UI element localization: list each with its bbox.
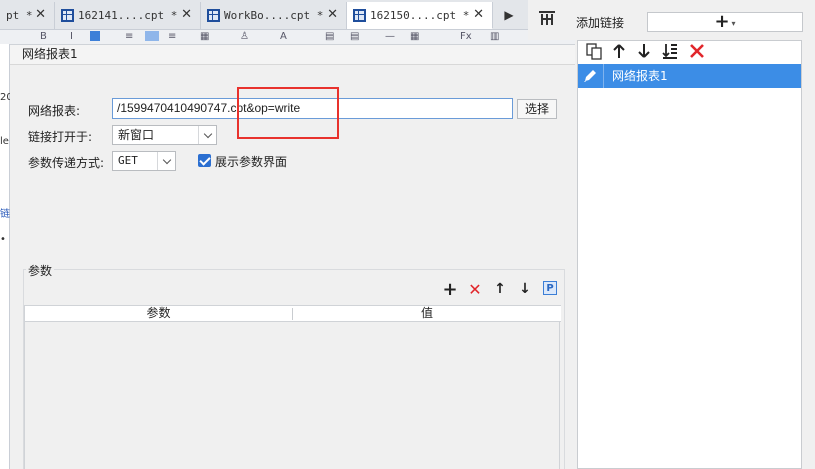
delete-link-icon[interactable] bbox=[688, 42, 706, 60]
tab-strip: pt * ✕ 162141....cpt * ✕ WorkBo....cpt *… bbox=[0, 0, 530, 30]
open-in-value: 新窗口 bbox=[118, 128, 155, 142]
close-icon[interactable]: ✕ bbox=[181, 7, 192, 22]
tab-1[interactable]: 162141....cpt * ✕ bbox=[55, 2, 201, 29]
add-link-dropdown-button[interactable]: + ▾ bbox=[647, 12, 803, 32]
move-up-param-button[interactable]: ↑ bbox=[492, 281, 508, 297]
dialog-title: 网络报表1 bbox=[10, 45, 575, 65]
method-value: GET bbox=[118, 154, 138, 167]
link-list-item[interactable]: 网络报表1 bbox=[578, 64, 801, 88]
copy-icon[interactable] bbox=[585, 42, 603, 60]
merge-icon: ▤ bbox=[325, 31, 335, 42]
link-item-label: 网络报表1 bbox=[612, 69, 668, 83]
annotation-highlight-box bbox=[237, 87, 339, 139]
report-grid-icon bbox=[61, 9, 74, 22]
move-down-param-button[interactable]: ↓ bbox=[517, 281, 533, 297]
tab-title: pt * bbox=[6, 9, 33, 22]
italic-icon: I bbox=[70, 31, 73, 42]
line-icon: — bbox=[385, 31, 395, 42]
underline-icon bbox=[90, 31, 100, 41]
column-header-value[interactable]: 值 bbox=[293, 306, 561, 322]
tab-title: 162150....cpt * bbox=[370, 8, 470, 22]
layout-grid-icon[interactable] bbox=[538, 9, 556, 27]
caret-down-icon: ▾ bbox=[731, 19, 736, 28]
font-color-icon: A bbox=[280, 31, 287, 42]
align-right-icon: ≡ bbox=[168, 31, 177, 42]
sheet-fragment: le bbox=[0, 136, 9, 147]
params-section-title: 参数 bbox=[26, 262, 55, 279]
tab-list-menu-icon[interactable]: ▶ bbox=[498, 4, 520, 26]
edit-pencil-icon bbox=[584, 70, 596, 82]
method-label: 参数传递方式: bbox=[28, 156, 105, 170]
hyperlink-dialog: 网络报表1 网络报表: /1599470410490747.cpt&op=wri… bbox=[10, 44, 575, 469]
column-header-param[interactable]: 参数 bbox=[25, 306, 292, 322]
tab-0[interactable]: pt * ✕ bbox=[0, 2, 55, 29]
report-grid-icon bbox=[207, 9, 220, 22]
open-in-select[interactable]: 新窗口 bbox=[112, 125, 217, 145]
report-grid-icon bbox=[353, 8, 366, 22]
align-center-icon bbox=[145, 31, 159, 41]
sheet-fragment: 链 bbox=[0, 209, 10, 220]
close-icon[interactable]: ✕ bbox=[35, 7, 46, 22]
tab-2[interactable]: WorkBo....cpt * ✕ bbox=[201, 2, 347, 29]
bold-icon: B bbox=[40, 31, 47, 42]
tab-3[interactable]: 162150....cpt * ✕ bbox=[347, 2, 493, 29]
chevron-down-icon bbox=[157, 152, 175, 170]
split-icon: ▤ bbox=[350, 31, 360, 42]
format-painter-icon: ♙ bbox=[240, 31, 249, 42]
params-table: 参数 值 bbox=[24, 305, 561, 469]
background-sheet-edge: 20 le 链 • bbox=[0, 44, 13, 469]
right-panel-edge bbox=[803, 40, 815, 469]
params-table-header: 参数 值 bbox=[25, 305, 561, 322]
close-icon[interactable]: ✕ bbox=[327, 7, 338, 22]
item-divider bbox=[603, 64, 604, 88]
url-label: 网络报表: bbox=[28, 104, 81, 118]
tab-title: WorkBo....cpt * bbox=[224, 9, 324, 22]
move-up-icon[interactable] bbox=[610, 42, 628, 60]
chevron-down-icon bbox=[198, 126, 216, 144]
background-toolbar: B I ≡ ≡ ▦ ♙ A ▤ ▤ — ▦ Fx ▥ bbox=[0, 30, 575, 44]
formula-icon: Fx bbox=[460, 31, 472, 42]
align-left-icon: ≡ bbox=[125, 31, 134, 42]
chart-icon: ▥ bbox=[490, 31, 500, 42]
table-icon: ▦ bbox=[410, 31, 420, 42]
move-down-icon[interactable] bbox=[635, 42, 653, 60]
add-param-button[interactable]: + bbox=[442, 279, 458, 300]
open-in-label: 链接打开于: bbox=[28, 130, 93, 144]
method-select[interactable]: GET bbox=[112, 151, 176, 171]
delete-param-button[interactable]: ✕ bbox=[467, 280, 483, 299]
show-params-label: 展示参数界面 bbox=[215, 155, 288, 169]
choose-button[interactable]: 选择 bbox=[517, 99, 557, 119]
sheet-fragment: • bbox=[0, 234, 6, 245]
show-params-checkbox[interactable] bbox=[198, 154, 211, 167]
params-p-button[interactable]: P bbox=[543, 281, 557, 295]
link-list-panel: 网络报表1 bbox=[577, 40, 802, 469]
move-bottom-icon[interactable] bbox=[661, 42, 679, 60]
tab-title: 162141....cpt * bbox=[78, 9, 178, 22]
border-icon: ▦ bbox=[200, 31, 210, 42]
add-link-label: 添加链接 bbox=[576, 16, 625, 30]
plus-icon: + bbox=[714, 11, 730, 32]
close-icon[interactable]: ✕ bbox=[473, 7, 484, 22]
